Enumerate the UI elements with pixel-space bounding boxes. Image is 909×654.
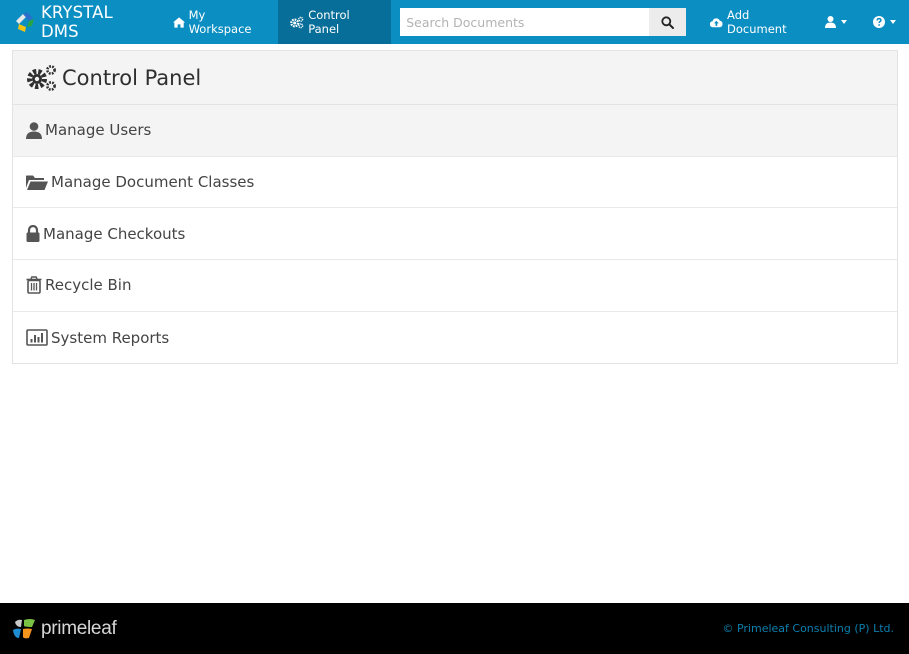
- add-document-button[interactable]: Add Document: [698, 0, 812, 44]
- cloud-upload-icon: [710, 17, 723, 27]
- footer: primeleaf © Primeleaf Consulting (P) Ltd…: [0, 603, 909, 654]
- search-button[interactable]: [649, 8, 687, 36]
- list-item-recycle-bin[interactable]: Recycle Bin: [13, 260, 897, 312]
- lock-icon: [26, 225, 40, 243]
- user-icon: [825, 16, 836, 28]
- search-icon: [661, 15, 675, 29]
- list-item-label: Recycle Bin: [45, 276, 132, 295]
- search-input[interactable]: [400, 8, 650, 36]
- list-item-manage-users[interactable]: Manage Users: [13, 105, 897, 157]
- gears-icon: [27, 64, 56, 91]
- krystal-logo-icon: [13, 10, 37, 34]
- nav-control-panel-label: Control Panel: [308, 8, 350, 36]
- nav-my-workspace-label: My Workspace: [188, 8, 252, 36]
- panel-heading: Control Panel: [13, 51, 897, 105]
- primeleaf-logo-icon: [13, 618, 35, 638]
- list-item-manage-document-classes[interactable]: Manage Document Classes: [13, 157, 897, 209]
- list-item-label: System Reports: [51, 328, 170, 347]
- primeleaf-logo[interactable]: primeleaf: [12, 617, 117, 640]
- user-icon: [26, 122, 42, 139]
- navbar-right: Add Document: [698, 0, 909, 44]
- footer-brand-name: primeleaf: [41, 617, 117, 639]
- user-menu-dropdown[interactable]: [812, 0, 860, 44]
- control-panel: Control Panel Manage Users Manage Docume…: [12, 50, 898, 365]
- trash-icon: [26, 276, 42, 295]
- home-icon: [172, 16, 185, 28]
- list-item-label: Manage Checkouts: [43, 224, 186, 243]
- help-menu-dropdown[interactable]: [860, 0, 909, 44]
- bar-chart-icon: [26, 329, 48, 346]
- caret-down-icon: [841, 20, 847, 24]
- brand-name: KRYSTAL DMS: [41, 3, 113, 41]
- question-circle-icon: [873, 16, 885, 28]
- brand-link[interactable]: KRYSTAL DMS: [0, 0, 161, 44]
- list-item-system-reports[interactable]: System Reports: [13, 312, 897, 364]
- nav-my-workspace[interactable]: My Workspace: [161, 0, 279, 44]
- caret-down-icon: [890, 20, 896, 24]
- add-document-label: Add Document: [727, 8, 787, 36]
- list-item-label: Manage Users: [45, 121, 152, 140]
- top-navbar: KRYSTAL DMS My Workspace Control Panel S…: [0, 0, 909, 44]
- list-item-label: Manage Document Classes: [51, 173, 255, 192]
- copyright-text: © Primeleaf Consulting (P) Ltd.: [722, 622, 894, 635]
- nav-control-panel[interactable]: Control Panel: [278, 0, 392, 44]
- search-form: [400, 8, 687, 36]
- gears-icon: [290, 16, 304, 28]
- folder-open-icon: [26, 175, 48, 191]
- page-title: Control Panel: [62, 65, 202, 90]
- list-item-manage-checkouts[interactable]: Manage Checkouts: [13, 208, 897, 261]
